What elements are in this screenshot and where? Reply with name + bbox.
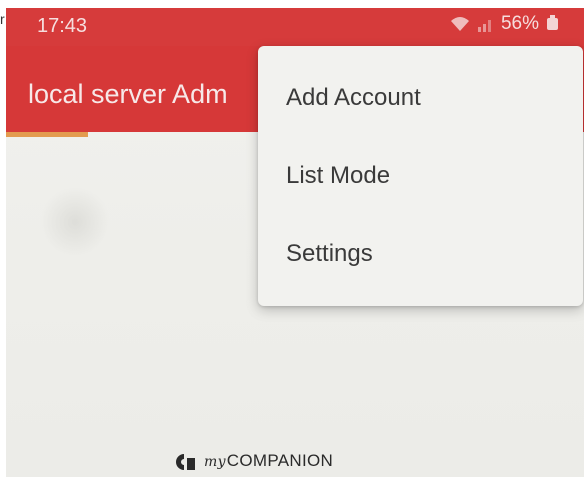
battery-icon [547,15,558,30]
status-bar: 17:43 56% [6,8,584,46]
menu-item-label: Settings [286,240,373,267]
wifi-icon [450,17,469,31]
menu-item-label: Add Account [286,84,421,111]
overflow-menu: Add Account List Mode Settings [258,46,583,306]
status-time: 17:43 [37,15,88,37]
screenshot-frame: r 17:43 56% local server Adm Add Account… [0,0,584,477]
brand-prefix: my [204,454,226,470]
menu-item-add-account[interactable]: Add Account [258,63,583,133]
status-indicators: 56% [449,12,558,36]
menu-item-label: List Mode [286,162,391,189]
signal-icon [477,20,491,32]
app-title: local server Adm [28,79,228,109]
phone-screen: 17:43 56% local server Adm Add Account L… [6,8,584,477]
brand-name: myCOMPANION [204,451,333,472]
menu-item-settings[interactable]: Settings [258,219,583,289]
menu-item-list-mode[interactable]: List Mode [258,141,583,211]
companion-logo-icon [176,453,195,470]
brand-wordmark: COMPANION [226,451,334,470]
brand-logo-footer: myCOMPANION [170,451,333,472]
screen-smudge [40,187,110,257]
battery-percent: 56% [500,13,539,34]
